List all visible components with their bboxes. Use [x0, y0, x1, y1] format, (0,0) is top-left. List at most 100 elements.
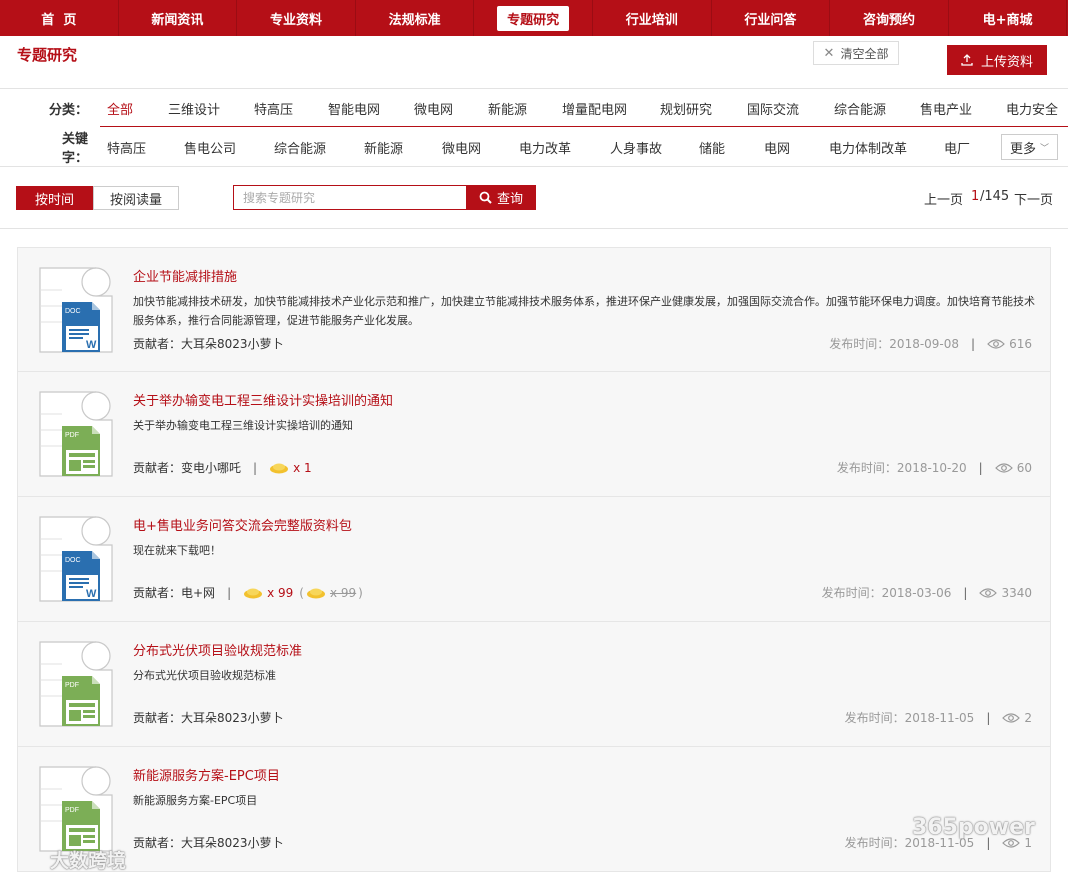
keyword-option[interactable]: 电力改革 — [519, 138, 571, 157]
more-button[interactable]: 更多 ﹀ — [1001, 134, 1058, 160]
page-title: 专题研究 — [17, 46, 78, 64]
nav-item[interactable]: 行业问答 — [712, 0, 831, 36]
list-item[interactable]: DOC W 企业节能减排措施 加快节能减排技术研发，加快节能减排技术产业化示范和推广，… — [17, 247, 1051, 372]
keyword-option[interactable]: 电力体制改革 — [829, 138, 907, 157]
category-underline — [100, 126, 1068, 127]
sort-by-time-button[interactable]: 按时间 — [16, 186, 93, 210]
keyword-option[interactable]: 新能源 — [364, 138, 403, 157]
item-title-link[interactable]: 分布式光伏项目验收规范标准 — [133, 640, 302, 659]
nav-item-label: 行业问答 — [744, 12, 797, 28]
svg-text:W: W — [86, 588, 97, 600]
item-meta: 贡献者：大耳朵8023小萝卜 — [133, 335, 284, 352]
nav-item-label: 新闻资讯 — [151, 12, 204, 28]
keyword-label: 关键字： — [61, 132, 88, 166]
item-views: 3340 — [1001, 585, 1032, 600]
item-title-link[interactable]: 关于举办输变电工程三维设计实操培训的通知 — [133, 390, 393, 409]
item-contributor[interactable]: 贡献者：变电小哪吒 — [133, 459, 241, 476]
category-option[interactable]: 特高压 — [254, 99, 293, 118]
item-meta: 贡献者：电+网 | x 99 (x 99) — [133, 584, 365, 601]
nav-item[interactable]: 专业资料 — [237, 0, 356, 36]
item-description: 分布式光伏项目验收规范标准 — [133, 669, 276, 682]
svg-text:PDF: PDF — [65, 807, 79, 814]
separator: | — [978, 460, 983, 475]
category-option[interactable]: 增量配电网 — [562, 99, 627, 118]
category-option[interactable]: 智能电网 — [328, 99, 380, 118]
keyword-option[interactable]: 特高压 — [107, 138, 146, 157]
item-contributor[interactable]: 贡献者：电+网 — [133, 584, 215, 601]
nav-item-label: 法规标准 — [388, 12, 441, 28]
coin-icon — [306, 587, 326, 599]
category-option[interactable]: 国际交流 — [747, 99, 799, 118]
keyword-option[interactable]: 电厂 — [944, 138, 970, 157]
nav-item[interactable]: 法规标准 — [356, 0, 475, 36]
item-meta: 贡献者：大耳朵8023小萝卜 — [133, 834, 284, 851]
category-option[interactable]: 电力安全 — [1006, 99, 1058, 118]
item-title-link[interactable]: 新能源服务方案-EPC项目 — [133, 765, 280, 784]
keyword-option[interactable]: 售电公司 — [184, 138, 236, 157]
sort-by-reads-button[interactable]: 按阅读量 — [93, 186, 179, 210]
watermark-right: 365power — [912, 815, 1035, 840]
category-option[interactable]: 售电产业 — [920, 99, 972, 118]
prev-page-link[interactable]: 上一页 — [924, 189, 963, 208]
item-contributor[interactable]: 贡献者：大耳朵8023小萝卜 — [133, 335, 284, 352]
category-option[interactable]: 三维设计 — [168, 99, 220, 118]
item-contributor[interactable]: 贡献者：大耳朵8023小萝卜 — [133, 834, 284, 851]
list-item[interactable]: PDF 分布式光伏项目验收规范标准 分布式光伏项目验收规范标准 贡献者：大耳朵8023… — [17, 622, 1051, 747]
separator: | — [971, 336, 976, 351]
paren-open: ( — [299, 585, 304, 600]
nav-item-label: 专业资料 — [269, 12, 322, 28]
nav-item[interactable]: 新闻资讯 — [119, 0, 238, 36]
upload-button[interactable]: 上传资料 — [947, 45, 1047, 75]
nav-item-label: 电+商城 — [982, 12, 1033, 28]
nav-item[interactable]: 电+商城 — [949, 0, 1068, 36]
category-option[interactable]: 新能源 — [488, 99, 527, 118]
keyword-option[interactable]: 综合能源 — [274, 138, 326, 157]
keyword-option[interactable]: 电网 — [764, 138, 790, 157]
divider — [0, 88, 1068, 89]
item-title-link[interactable]: 企业节能减排措施 — [133, 266, 237, 285]
item-views: 2 — [1024, 710, 1032, 725]
item-views: 60 — [1016, 460, 1032, 475]
category-option[interactable]: 全部 — [107, 99, 133, 118]
search-button[interactable]: 查询 — [466, 185, 536, 210]
nav-item-label: 首 页 — [41, 12, 77, 28]
item-date: 发布时间：2018-11-05 — [844, 711, 975, 725]
eye-icon — [979, 587, 998, 599]
clear-all-button[interactable]: ✕ 清空全部 — [813, 41, 899, 65]
pdf-file-icon: PDF — [36, 765, 116, 853]
category-option[interactable]: 规划研究 — [660, 99, 712, 118]
search-icon — [479, 191, 492, 204]
item-date: 发布时间：2018-10-20 — [836, 461, 967, 475]
nav-item[interactable]: 行业培训 — [593, 0, 712, 36]
list-item[interactable]: PDF 新能源服务方案-EPC项目 新能源服务方案-EPC项目 贡献者：大耳朵8023… — [17, 747, 1051, 872]
keyword-option[interactable]: 储能 — [699, 138, 725, 157]
nav-item[interactable]: 专题研究 — [474, 0, 593, 36]
item-contributor[interactable]: 贡献者：大耳朵8023小萝卜 — [133, 709, 284, 726]
item-title-link[interactable]: 电+售电业务问答交流会完整版资料包 — [133, 515, 352, 534]
next-page-link[interactable]: 下一页 — [1014, 189, 1053, 208]
chevron-down-icon: ﹀ — [1040, 143, 1050, 154]
upload-icon — [961, 54, 973, 66]
svg-text:DOC: DOC — [65, 308, 81, 315]
doc-file-icon: DOC W — [36, 515, 116, 603]
coin-icon — [243, 587, 263, 599]
item-description: 加快节能减排技术研发，加快节能减排技术产业化示范和推广，加快建立节能减排技术服务… — [133, 295, 1035, 327]
item-meta: 贡献者：大耳朵8023小萝卜 — [133, 709, 284, 726]
category-label: 分类： — [48, 102, 88, 118]
svg-text:DOC: DOC — [65, 557, 81, 564]
nav-item-label: 专题研究 — [497, 5, 570, 31]
pdf-file-icon: PDF — [36, 390, 116, 478]
page-current: 1 — [971, 189, 980, 204]
list-item[interactable]: DOC W 电+售电业务问答交流会完整版资料包 现在就来下载吧！ 贡献者：电+网 | x 9… — [17, 497, 1051, 622]
keyword-option[interactable]: 微电网 — [442, 138, 481, 157]
search-input[interactable] — [233, 185, 467, 210]
keyword-option[interactable]: 人身事故 — [610, 138, 662, 157]
item-original-price: x 99 — [329, 585, 357, 600]
separator: | — [227, 585, 232, 600]
category-option[interactable]: 微电网 — [414, 99, 453, 118]
category-option[interactable]: 综合能源 — [834, 99, 886, 118]
nav-item[interactable]: 咨询预约 — [830, 0, 949, 36]
list-item[interactable]: PDF 关于举办输变电工程三维设计实操培训的通知 关于举办输变电工程三维设计实操培训… — [17, 372, 1051, 497]
nav-item[interactable]: 首 页 — [0, 0, 119, 36]
coin-icon — [269, 462, 289, 474]
